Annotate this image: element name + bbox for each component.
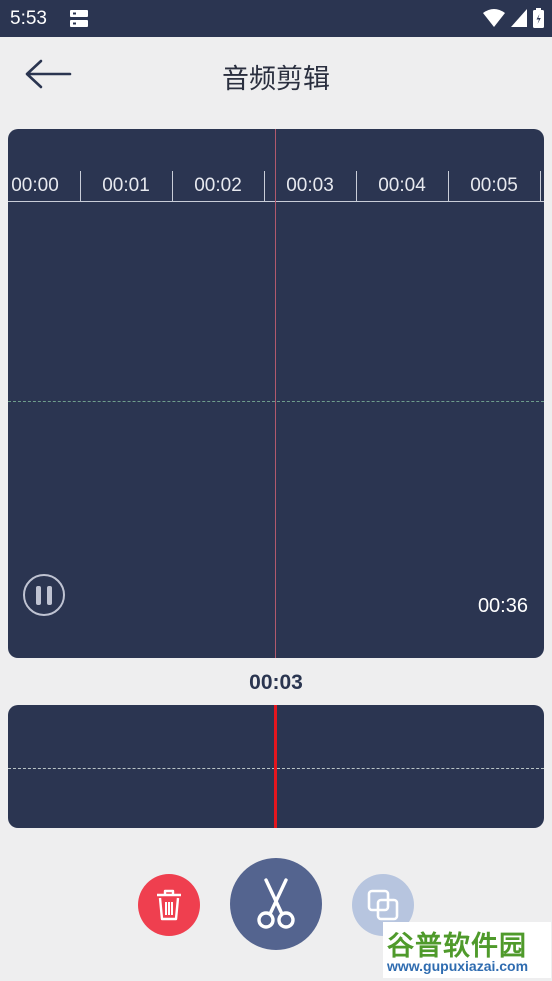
app-bar: 音频剪辑 [0,37,552,115]
current-time: 00:03 [249,671,303,694]
cut-button[interactable] [230,858,322,950]
waveform-baseline [8,401,544,402]
tick-label: 00:00 [11,175,59,196]
waveform-panel[interactable]: 00:00 00:01 00:02 00:03 00:04 00:05 00:3… [8,129,544,658]
page-title: 音频剪辑 [222,64,330,95]
tick-label: 00:03 [286,175,334,196]
overview-waveform[interactable] [8,705,544,828]
tick-label: 00:04 [378,175,426,196]
overview-playhead[interactable] [274,705,277,828]
delete-button[interactable] [138,874,200,936]
tick-label: 00:02 [194,175,242,196]
timeline-ruler: 00:00 00:01 00:02 00:03 00:04 00:05 [8,169,544,202]
tick-label: 00:01 [102,175,150,196]
pause-button[interactable] [23,574,65,616]
tick-separator [540,171,541,201]
wifi-icon [483,9,505,32]
status-time: 5:53 [10,8,47,29]
tick-label: 00:05 [470,175,518,196]
battery-icon [533,8,544,33]
total-duration: 00:36 [477,595,528,617]
signal-icon [511,9,527,32]
storage-icon [70,10,88,32]
playhead-line[interactable] [275,129,276,658]
status-icons [483,8,544,33]
watermark: 谷普软件园 www.gupuxiazai.com [383,922,551,978]
status-bar: 5:53 [0,0,552,37]
watermark-url: www.gupuxiazai.com [387,958,529,974]
